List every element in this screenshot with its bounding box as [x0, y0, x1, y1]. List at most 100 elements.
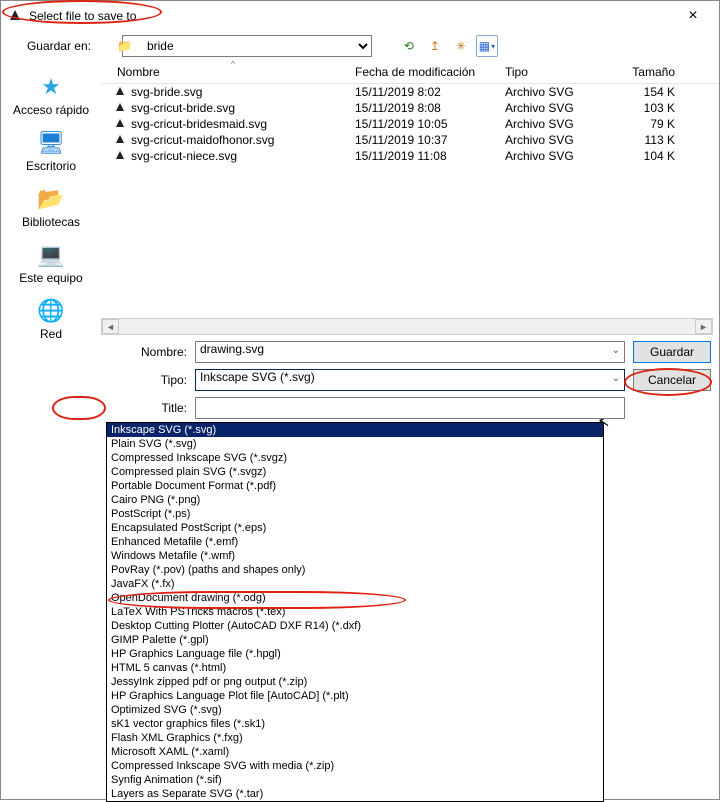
file-row[interactable]: svg-cricut-maidofhonor.svg 15/11/2019 10:… [101, 132, 719, 148]
filetype-option[interactable]: sK1 vector graphics files (*.sk1) [107, 717, 603, 731]
file-date: 15/11/2019 10:05 [355, 117, 505, 131]
lookin-row: Guardar en: 📁 bride ⟲ ↥ ✳ ▦▾ [1, 31, 719, 61]
place-item[interactable]: 📂 Bibliotecas [1, 179, 101, 235]
filetype-option[interactable]: HTML 5 canvas (*.html) [107, 661, 603, 675]
place-icon: 📂 [35, 185, 67, 213]
close-button[interactable]: × [673, 7, 713, 25]
scroll-left-icon[interactable]: ◄ [102, 319, 119, 334]
view-button[interactable]: ▦▾ [476, 35, 498, 57]
places-bar: ★ Acceso rápido 🖥 Escritorio 📂 Bibliotecas 💻Es… [1, 61, 101, 425]
file-row[interactable]: svg-cricut-niece.svg 15/11/2019 11:08Arch… [101, 148, 719, 164]
filetype-option[interactable]: HP Graphics Language Plot file [AutoCAD]… [107, 689, 603, 703]
file-type: Archivo SVG [505, 101, 615, 115]
filetype-option[interactable]: PovRay (*.pov) (paths and shapes only) [107, 563, 603, 577]
filetype-option[interactable]: Inkscape SVG (*.svg) [107, 423, 603, 437]
file-icon [113, 117, 127, 131]
sort-indicator-icon: ^ [231, 59, 235, 69]
file-name: svg-cricut-bridesmaid.svg [131, 117, 267, 131]
place-item[interactable]: 🖥 Escritorio [1, 123, 101, 179]
file-icon [113, 85, 127, 99]
scroll-track[interactable] [119, 319, 695, 334]
save-button[interactable]: Guardar [633, 341, 711, 363]
title-label: Title: [101, 401, 187, 415]
place-item[interactable]: 🌐 Red [1, 291, 101, 347]
filetype-label: Tipo: [101, 373, 187, 387]
file-date: 15/11/2019 8:08 [355, 101, 505, 115]
file-date: 15/11/2019 11:08 [355, 149, 505, 163]
newfolder-button[interactable]: ✳ [450, 35, 472, 57]
filetype-option[interactable]: Windows Metafile (*.wmf) [107, 549, 603, 563]
place-label: Acceso rápido [5, 103, 97, 117]
filetype-option[interactable]: Cairo PNG (*.png) [107, 493, 603, 507]
filetype-option[interactable]: GIMP Palette (*.gpl) [107, 633, 603, 647]
filetype-option[interactable]: OpenDocument drawing (*.odg) [107, 591, 603, 605]
file-name: svg-bride.svg [131, 85, 202, 99]
file-type: Archivo SVG [505, 85, 615, 99]
file-size: 103 K [615, 101, 675, 115]
up-button[interactable]: ↥ [424, 35, 446, 57]
app-icon [7, 8, 23, 24]
file-row[interactable]: svg-cricut-bride.svg 15/11/2019 8:08Archi… [101, 100, 719, 116]
place-item[interactable]: 💻Este equipo [1, 235, 101, 291]
filetype-option[interactable]: Plain SVG (*.svg) [107, 437, 603, 451]
col-date[interactable]: Fecha de modificación [355, 65, 505, 79]
filetype-option[interactable]: LaTeX With PSTricks macros (*.tex) [107, 605, 603, 619]
file-name: svg-cricut-bride.svg [131, 101, 235, 115]
filetype-option[interactable]: PostScript (*.ps) [107, 507, 603, 521]
col-size[interactable]: Tamaño [615, 65, 675, 79]
filetype-combo[interactable]: Inkscape SVG (*.svg) ⌄ [195, 369, 625, 391]
cancel-button[interactable]: Cancelar [633, 369, 711, 391]
file-date: 15/11/2019 8:02 [355, 85, 505, 99]
scroll-right-icon[interactable]: ► [695, 319, 712, 334]
file-list: Nombre ^ Fecha de modificación Tipo Tama… [101, 61, 719, 425]
filetype-option[interactable]: Compressed plain SVG (*.svgz) [107, 465, 603, 479]
filename-label: Nombre: [101, 345, 187, 359]
place-label: Bibliotecas [5, 215, 97, 229]
place-label: Escritorio [5, 159, 97, 173]
filetype-option[interactable]: Optimized SVG (*.svg) [107, 703, 603, 717]
filetype-option[interactable]: Encapsulated PostScript (*.eps) [107, 521, 603, 535]
chevron-down-icon[interactable]: ⌄ [612, 373, 620, 384]
file-type: Archivo SVG [505, 133, 615, 147]
filetype-option[interactable]: Enhanced Metafile (*.emf) [107, 535, 603, 549]
place-icon: 💻 [35, 241, 67, 269]
filetype-option[interactable]: Compressed Inkscape SVG (*.svgz) [107, 451, 603, 465]
file-type: Archivo SVG [505, 149, 615, 163]
col-type[interactable]: Tipo [505, 65, 615, 79]
place-icon: ★ [35, 73, 67, 101]
place-icon: 🌐 [35, 297, 67, 325]
titlebar: Select file to save to × [1, 1, 719, 31]
window-title: Select file to save to [29, 9, 673, 23]
filetype-option[interactable]: Microsoft XAML (*.xaml) [107, 745, 603, 759]
file-date: 15/11/2019 10:37 [355, 133, 505, 147]
place-label: Red [5, 327, 97, 341]
chevron-down-icon[interactable]: ⌄ [612, 345, 620, 356]
filetype-option[interactable]: Flash XML Graphics (*.fxg) [107, 731, 603, 745]
filename-input[interactable]: drawing.svg ⌄ [195, 341, 625, 363]
hscrollbar[interactable]: ◄ ► [101, 318, 713, 335]
filetype-option[interactable]: HP Graphics Language file (*.hpgl) [107, 647, 603, 661]
file-row[interactable]: svg-cricut-bridesmaid.svg 15/11/2019 10:0… [101, 116, 719, 132]
title-input[interactable] [195, 397, 625, 419]
filetype-dropdown[interactable]: Inkscape SVG (*.svg)Plain SVG (*.svg)Com… [106, 422, 604, 802]
lookin-combo[interactable]: bride [122, 35, 372, 57]
filetype-option[interactable]: JessyInk zipped pdf or png output (*.zip… [107, 675, 603, 689]
file-size: 79 K [615, 117, 675, 131]
file-name: svg-cricut-niece.svg [131, 149, 237, 163]
filetype-option[interactable]: Desktop Cutting Plotter (AutoCAD DXF R14… [107, 619, 603, 633]
nav-buttons: ⟲ ↥ ✳ ▦▾ [398, 35, 498, 57]
lookin-label: Guardar en: [11, 39, 91, 53]
filetype-option[interactable]: Portable Document Format (*.pdf) [107, 479, 603, 493]
place-item[interactable]: ★ Acceso rápido [1, 67, 101, 123]
column-headers[interactable]: Nombre ^ Fecha de modificación Tipo Tama… [101, 61, 719, 84]
filetype-option[interactable]: JavaFX (*.fx) [107, 577, 603, 591]
filetype-option[interactable]: Compressed Inkscape SVG with media (*.zi… [107, 759, 603, 773]
file-name: svg-cricut-maidofhonor.svg [131, 133, 274, 147]
file-row[interactable]: svg-bride.svg15/11/2019 8:02Archivo SVG1… [101, 84, 719, 100]
file-icon [113, 101, 127, 115]
place-icon: 🖥 [35, 129, 67, 157]
filetype-option[interactable]: Synfig Animation (*.sif) [107, 773, 603, 787]
back-button[interactable]: ⟲ [398, 35, 420, 57]
file-icon [113, 133, 127, 147]
filetype-option[interactable]: Layers as Separate SVG (*.tar) [107, 787, 603, 801]
